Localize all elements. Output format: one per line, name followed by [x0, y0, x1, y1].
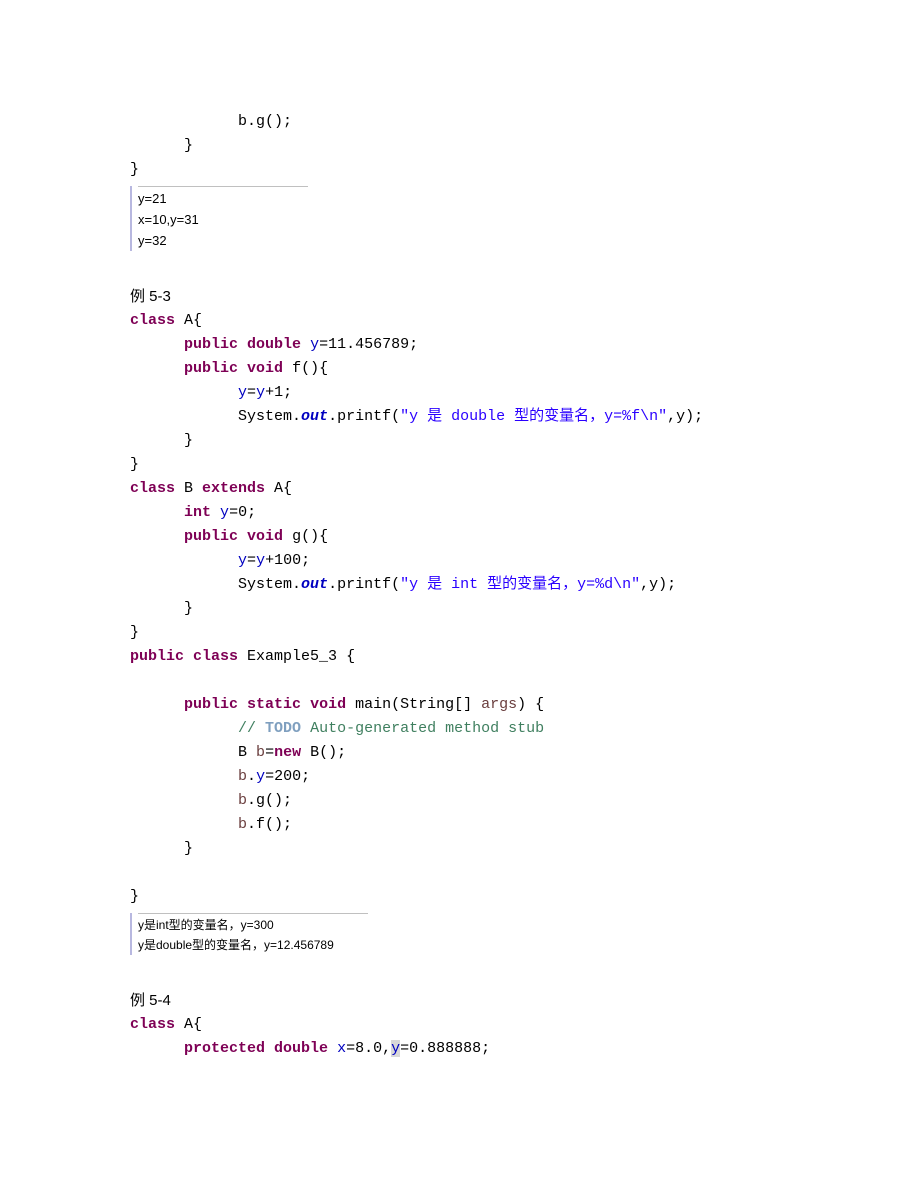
output-line: y是double型的变量名，y=12.456789	[138, 938, 334, 952]
output-line: y=32	[138, 233, 167, 248]
example-label-5-4: 例 5-4	[130, 989, 920, 1013]
code-fragment-top: b.g(); } }	[130, 110, 920, 182]
document-page: b.g(); } } y=21 x=10,y=31 y=32 例 5-3 cla…	[0, 0, 920, 1191]
output-line: y=21	[138, 191, 167, 206]
output-box-2: y是int型的变量名，y=300 y是double型的变量名，y=12.4567…	[130, 913, 920, 954]
code-example-5-3: class A{ public double y=11.456789; publ…	[130, 309, 920, 909]
code-line: }	[130, 161, 139, 178]
code-line: }	[130, 137, 193, 154]
output-box-1: y=21 x=10,y=31 y=32	[130, 186, 920, 251]
output-line: y是int型的变量名，y=300	[138, 918, 274, 932]
output-line: x=10,y=31	[138, 212, 199, 227]
code-example-5-4: class A{ protected double x=8.0,y=0.8888…	[130, 1013, 920, 1061]
example-label-5-3: 例 5-3	[130, 285, 920, 309]
code-line: b.g();	[130, 113, 292, 130]
